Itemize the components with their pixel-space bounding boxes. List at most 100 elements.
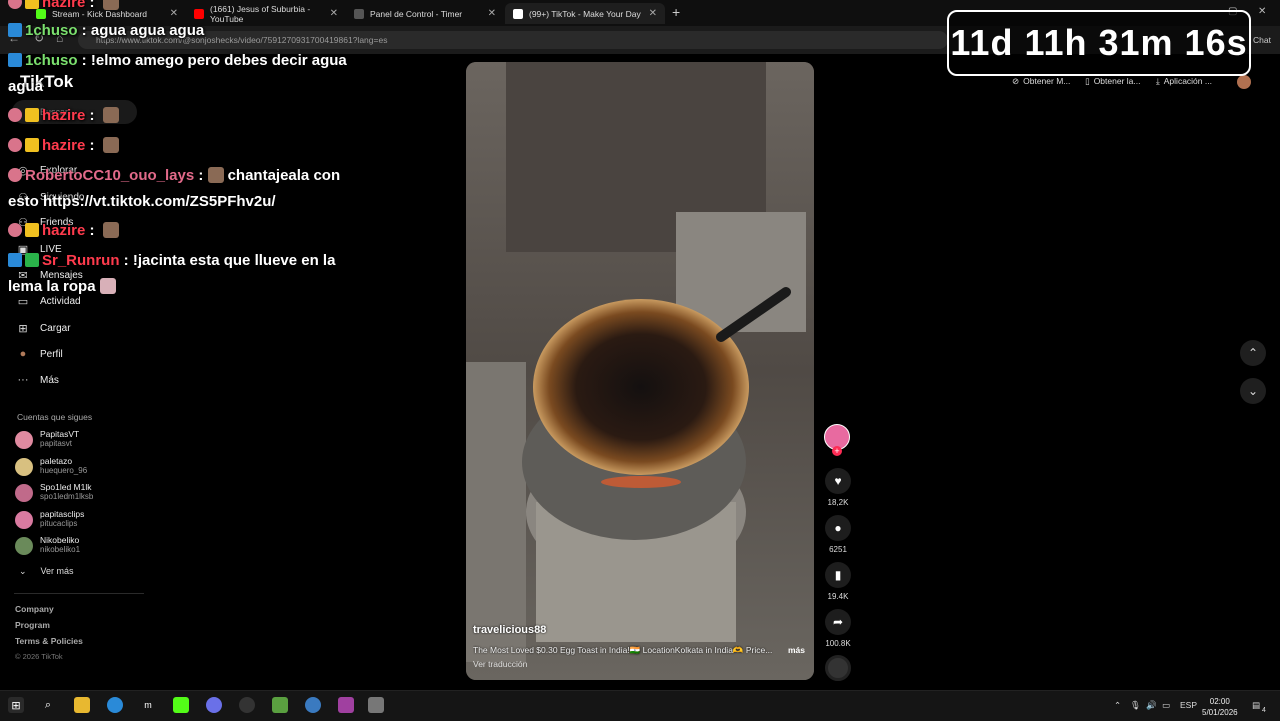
- windows-start-icon[interactable]: ⊞: [8, 697, 24, 713]
- minecraft-icon[interactable]: [272, 697, 288, 713]
- avatar: [15, 537, 33, 555]
- clock-date: 5/01/2026: [1202, 708, 1238, 717]
- following-account-item[interactable]: Spo1led M1lk spo1ledm1lksb: [15, 482, 93, 502]
- footer-link-company[interactable]: Company: [15, 604, 54, 614]
- sidebar-item-cargar[interactable]: ⊞ Cargar: [16, 322, 71, 335]
- chat-username: hazire: [42, 222, 86, 239]
- sidebar-item-label: Cargar: [40, 323, 71, 334]
- tab-tiktok[interactable]: (99+) TikTok - Make Your Day ✕: [505, 3, 665, 24]
- see-more-label: Ver más: [40, 566, 74, 576]
- taskbar-clock[interactable]: 02:00 5/01/2026: [1202, 696, 1238, 718]
- chat-username: RobertoCC10_ouo_lays: [25, 167, 195, 184]
- edge-browser-icon[interactable]: [107, 697, 123, 713]
- see-more-button[interactable]: ⌄ Ver más: [19, 566, 88, 577]
- account-name: PapitasVT: [40, 429, 80, 439]
- avatar: [15, 484, 33, 502]
- close-window-button[interactable]: ✕: [1258, 6, 1266, 17]
- account-handle: nikobeliko1: [40, 545, 81, 554]
- footer-copyright: © 2026 TikTok: [15, 652, 63, 661]
- microphone-icon[interactable]: 🎙: [1130, 700, 1141, 711]
- tiktok-favicon-icon: [513, 8, 523, 19]
- volume-icon[interactable]: 🔊: [1146, 700, 1157, 711]
- close-icon[interactable]: ✕: [488, 8, 496, 19]
- crown-icon: [25, 138, 39, 152]
- discord-icon[interactable]: [206, 697, 222, 713]
- search-icon[interactable]: ⌕: [40, 697, 56, 713]
- comment-count: 6251: [829, 545, 847, 554]
- more-icon: ···: [17, 374, 29, 386]
- sidebar-item-label: Perfil: [40, 348, 63, 360]
- chat-username: 1chuso: [25, 22, 78, 39]
- previous-video-button[interactable]: ⌃: [1240, 340, 1266, 366]
- app-icon[interactable]: m: [140, 697, 156, 713]
- music-disc-icon[interactable]: [825, 655, 851, 681]
- get-app-button[interactable]: ▯ Obtener la...: [1085, 76, 1140, 87]
- more-link[interactable]: más: [788, 645, 805, 655]
- following-account-item[interactable]: paletazo huequero_96: [15, 456, 87, 476]
- kick-app-icon[interactable]: [173, 697, 189, 713]
- comment-button[interactable]: ● 6251: [823, 515, 853, 554]
- file-explorer-icon[interactable]: [74, 697, 90, 713]
- account-handle: papitasvt: [40, 439, 73, 448]
- video-username[interactable]: travelicious88: [473, 624, 546, 636]
- app-icon[interactable]: [338, 697, 354, 713]
- avatar: [15, 511, 33, 529]
- badge-icon: [8, 23, 22, 37]
- sidebar-item-mas[interactable]: ··· Más: [16, 374, 59, 386]
- account-handle: spo1ledm1lksb: [40, 492, 94, 501]
- new-tab-button[interactable]: +: [672, 4, 680, 20]
- obs-icon[interactable]: [239, 697, 255, 713]
- account-name: paletazo: [40, 456, 73, 466]
- chat-separator: :: [85, 137, 99, 154]
- following-section-title: Cuentas que sigues: [17, 412, 93, 422]
- countdown-timer: 11d 11h 31m 16s: [947, 10, 1251, 76]
- following-account-item[interactable]: PapitasVT papitasvt: [15, 429, 79, 449]
- like-button[interactable]: ♥ 18,2K: [823, 468, 853, 507]
- emote-icon: [102, 107, 119, 123]
- chat-button[interactable]: Chat: [1253, 35, 1271, 45]
- chevron-down-icon: ⌄: [1247, 384, 1259, 398]
- header-action-label: Aplicación ...: [1163, 76, 1212, 86]
- phone-icon: ▯: [1085, 76, 1090, 86]
- emote-icon: [102, 0, 119, 10]
- avatar[interactable]: [1237, 75, 1251, 89]
- follow-plus-icon[interactable]: +: [832, 446, 842, 456]
- language-indicator[interactable]: ESP: [1180, 700, 1197, 710]
- footer-link-program[interactable]: Program: [15, 620, 50, 630]
- tab-timer-panel[interactable]: Panel de Control - Timer ✕: [346, 3, 504, 24]
- sidebar-item-perfil[interactable]: ● Perfil: [16, 348, 63, 360]
- upload-icon: ⊞: [18, 323, 28, 335]
- network-icon[interactable]: ▭: [1162, 700, 1170, 711]
- footer-link-terms[interactable]: Terms & Policies: [15, 636, 83, 646]
- translate-link[interactable]: Ver traducción: [473, 659, 527, 669]
- app-icon[interactable]: [368, 697, 384, 713]
- app-icon[interactable]: [305, 697, 321, 713]
- following-account-item[interactable]: Nikobeliko nikobeliko1: [15, 535, 80, 555]
- chat-username: 1chuso: [25, 52, 78, 69]
- next-video-button[interactable]: ⌄: [1240, 378, 1266, 404]
- avatar: [15, 431, 33, 449]
- windows-taskbar: [0, 690, 1280, 721]
- share-button[interactable]: ➦ 100.8K: [823, 609, 853, 648]
- chat-separator: :: [77, 52, 91, 69]
- save-button[interactable]: ▮ 19.4K: [823, 562, 853, 601]
- chat-message: 1chuso : agua agua agua: [8, 18, 353, 44]
- account-name: Spo1led M1lk: [40, 482, 92, 492]
- video-player[interactable]: [466, 62, 814, 680]
- badge-icon: [8, 0, 22, 9]
- account-handle: pitucaclips: [40, 519, 78, 528]
- chat-message: 1chuso : !elmo amego pero debes decir ag…: [8, 48, 353, 100]
- crown-icon: [25, 108, 39, 122]
- heart-icon: ♥: [825, 468, 851, 494]
- following-account-item[interactable]: papitasclips pitucaclips: [15, 509, 84, 529]
- clock-time: 02:00: [1209, 697, 1230, 706]
- notifications-icon[interactable]: ▤: [1252, 700, 1260, 711]
- tray-chevron-icon[interactable]: ⌃: [1114, 700, 1121, 711]
- tab-title: Panel de Control - Timer: [370, 8, 463, 19]
- chevron-down-icon: ⌄: [19, 566, 27, 576]
- desktop-app-button[interactable]: ⤓ Aplicación ...: [1156, 76, 1212, 87]
- get-coins-button[interactable]: ⊘ Obtener M...: [1012, 76, 1070, 87]
- close-icon[interactable]: ✕: [649, 8, 657, 19]
- emote-icon: [207, 167, 224, 183]
- download-icon: ⤓: [1156, 76, 1160, 86]
